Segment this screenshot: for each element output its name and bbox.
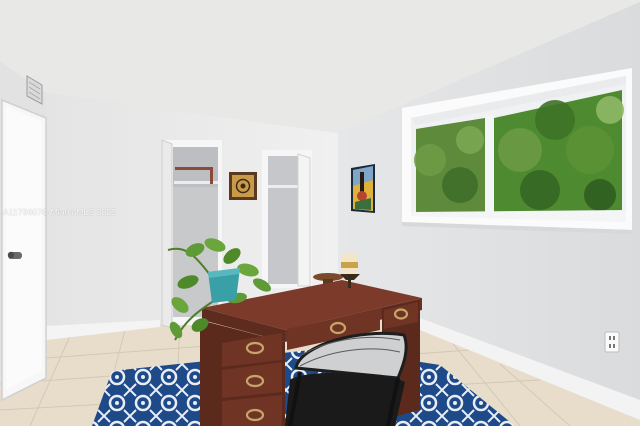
interior-door (1, 98, 47, 402)
framed-art-painting (351, 164, 375, 213)
open-closet-right (262, 150, 312, 288)
electrical-outlet (604, 331, 620, 353)
watermark-text: A1179607© Miami MLS 2025 (3, 207, 116, 217)
framed-art-small (229, 172, 257, 200)
room-photo: A1179607© Miami MLS 2025 (0, 0, 640, 426)
